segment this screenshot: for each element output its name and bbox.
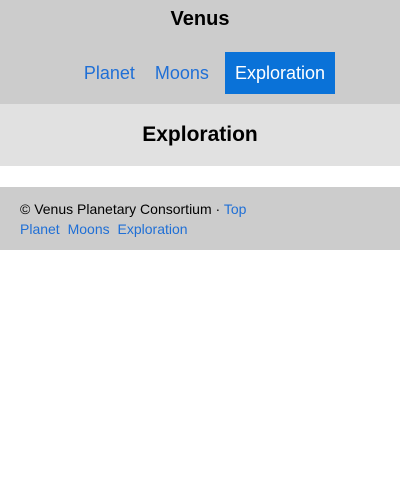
site-header: Venus Planet Moons Exploration: [0, 0, 400, 104]
copyright-text: © Venus Planetary Consortium ·: [20, 201, 221, 217]
nav-link-moons[interactable]: Moons: [145, 52, 219, 94]
footer-links: Planet Moons Exploration: [20, 219, 380, 239]
footer-copyright-line: © Venus Planetary Consortium · Top: [20, 199, 380, 219]
site-footer: © Venus Planetary Consortium · Top Plane…: [0, 187, 400, 250]
site-title: Venus: [170, 8, 230, 30]
content-spacer: [0, 166, 400, 187]
section-title: Exploration: [142, 123, 258, 146]
nav-link-exploration[interactable]: Exploration: [224, 52, 335, 94]
nav-link-planet[interactable]: Planet: [74, 52, 145, 94]
section-heading-band: Exploration: [0, 104, 400, 166]
page: Venus Planet Moons Exploration Explorati…: [0, 0, 400, 500]
footer-link-planet[interactable]: Planet: [20, 221, 60, 237]
footer-top-link[interactable]: Top: [224, 201, 247, 217]
footer-link-exploration[interactable]: Exploration: [118, 221, 188, 237]
footer-link-moons[interactable]: Moons: [68, 221, 110, 237]
main-nav: Planet Moons Exploration: [0, 52, 400, 94]
